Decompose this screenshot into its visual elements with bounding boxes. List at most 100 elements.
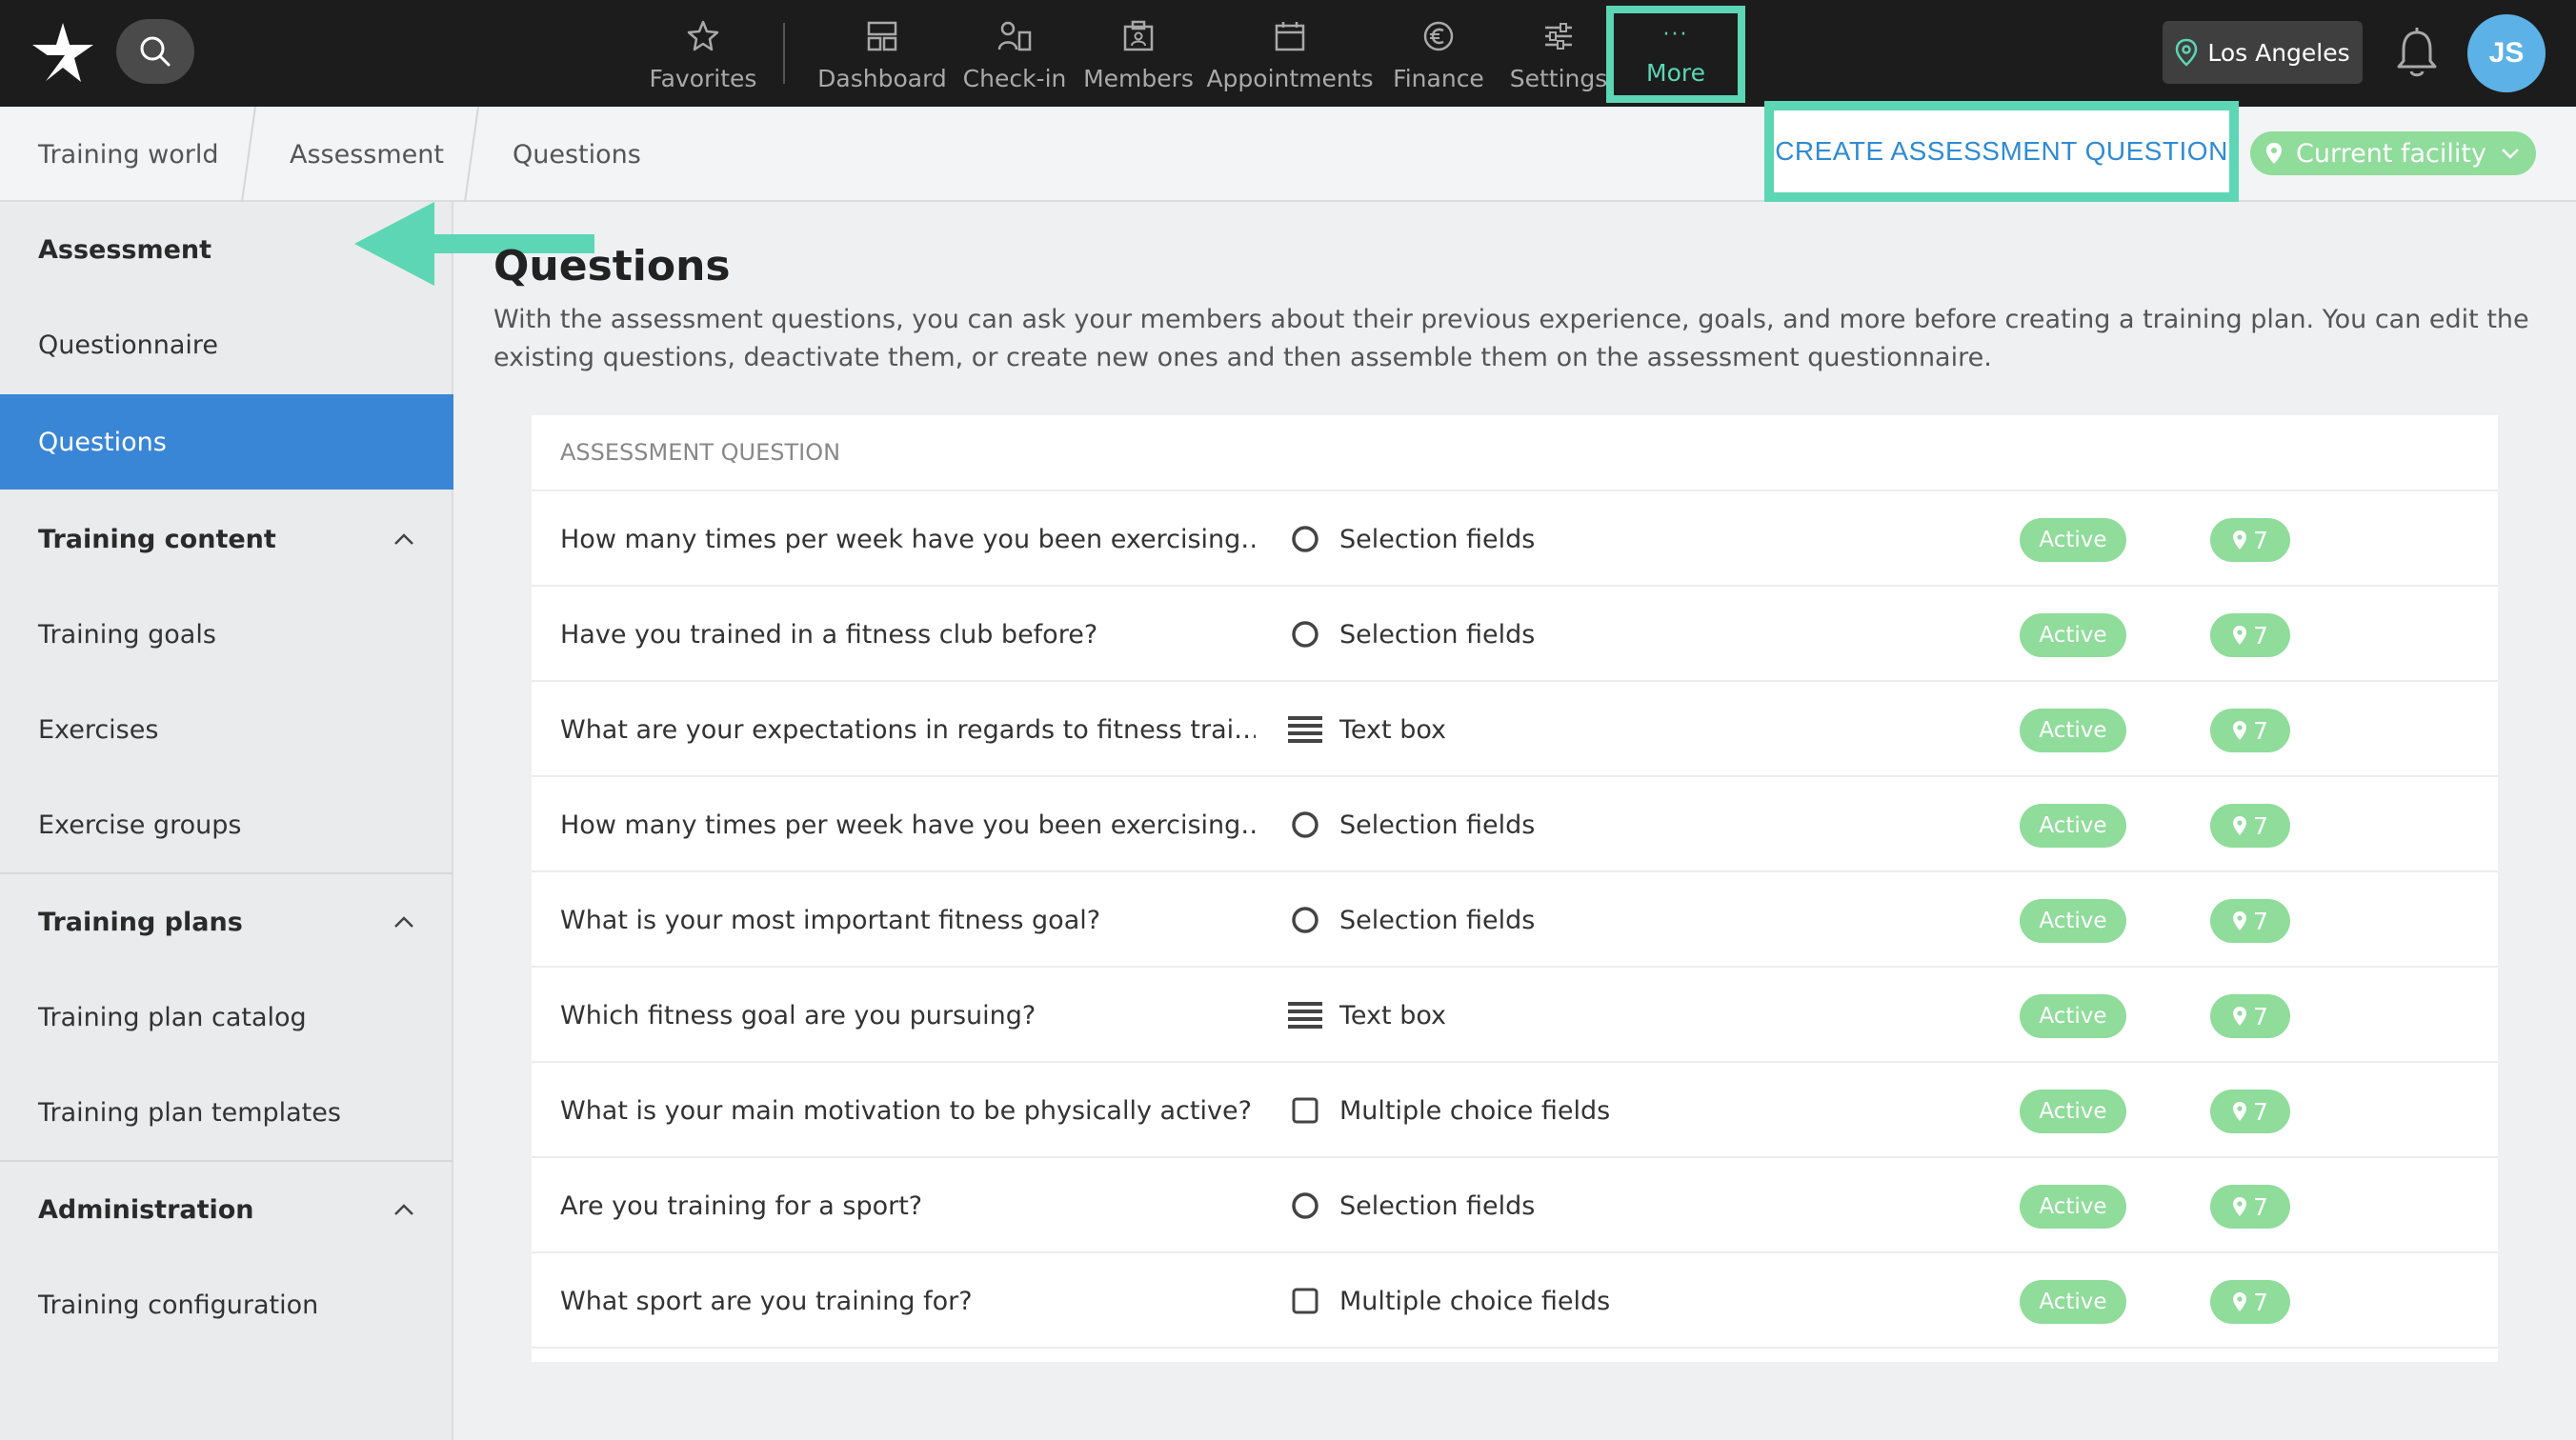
user-avatar[interactable]: JS bbox=[2467, 14, 2546, 92]
check-in-icon bbox=[997, 21, 1032, 51]
question-type: Text box bbox=[1288, 968, 1446, 1063]
question-text[interactable]: How many times per week have you been ex… bbox=[560, 777, 1256, 872]
more-dots-icon: ··· bbox=[1662, 23, 1689, 47]
table-row[interactable]: Have you trained in a fitness club befor… bbox=[532, 587, 2498, 682]
sidebar-item-training-goals[interactable]: Training goals bbox=[0, 587, 453, 682]
column-header-assessment-question: ASSESSMENT QUESTION bbox=[560, 439, 841, 466]
nav-label: Appointments bbox=[1206, 65, 1374, 92]
search-button[interactable] bbox=[116, 19, 194, 84]
app-logo-icon[interactable] bbox=[27, 17, 99, 90]
breadcrumb-assessment[interactable]: Assessment bbox=[290, 107, 444, 202]
map-pin-icon bbox=[2233, 1292, 2247, 1311]
sidebar-item-label: Exercise groups bbox=[38, 810, 242, 840]
sidebar: Assessment Questionnaire Questions Train… bbox=[0, 202, 453, 1440]
sidebar-section-training-plans[interactable]: Training plans bbox=[0, 874, 453, 970]
sliders-icon bbox=[1545, 23, 1572, 50]
table-row[interactable]: How many times per week have you been ex… bbox=[532, 491, 2498, 587]
question-text[interactable]: What is your main motivation to be physi… bbox=[560, 1063, 1256, 1158]
sidebar-item-training-configuration[interactable]: Training configuration bbox=[0, 1257, 453, 1352]
sidebar-item-questionnaire[interactable]: Questionnaire bbox=[0, 297, 453, 392]
locations-badge[interactable]: 7 bbox=[2210, 518, 2290, 562]
table-row[interactable]: What sport are you training for? Multiple… bbox=[532, 1253, 2498, 1349]
sidebar-item-label: Training plan templates bbox=[38, 1097, 341, 1128]
nav-finance[interactable]: Finance bbox=[1385, 0, 1492, 107]
nav-appointments[interactable]: Appointments bbox=[1206, 0, 1374, 107]
map-pin-icon bbox=[2233, 1102, 2247, 1121]
question-text[interactable]: What sport are you training for? bbox=[560, 1253, 1256, 1349]
status-badge: Active bbox=[2020, 1185, 2126, 1229]
breadcrumb-questions: Questions bbox=[513, 139, 641, 170]
table-row[interactable]: What is your most important fitness goal… bbox=[532, 872, 2498, 968]
search-icon bbox=[140, 36, 171, 67]
status-badge: Active bbox=[2020, 804, 2126, 848]
chevron-up-icon[interactable] bbox=[392, 1198, 415, 1221]
sidebar-item-exercises[interactable]: Exercises bbox=[0, 682, 453, 777]
question-text[interactable]: How many times per week have you been ex… bbox=[560, 491, 1256, 587]
nav-label: More bbox=[1646, 59, 1705, 87]
radio-icon bbox=[1288, 906, 1322, 934]
map-pin-icon bbox=[2233, 530, 2247, 550]
locations-badge[interactable]: 7 bbox=[2210, 1280, 2290, 1324]
locations-count: 7 bbox=[2253, 1097, 2268, 1126]
location-label: Los Angeles bbox=[2207, 38, 2350, 67]
locations-count: 7 bbox=[2253, 1002, 2268, 1030]
current-facility-dropdown[interactable]: Current facility bbox=[2250, 131, 2536, 175]
question-type-label: Text box bbox=[1339, 714, 1446, 745]
table-row[interactable]: What are your expectations in regards to… bbox=[532, 682, 2498, 777]
question-text[interactable]: What are your expectations in regards to… bbox=[560, 682, 1256, 777]
question-type: Selection fields bbox=[1288, 777, 1535, 872]
nav-dashboard[interactable]: Dashboard bbox=[817, 0, 947, 107]
nav-check-in[interactable]: Check-in bbox=[962, 0, 1067, 107]
nav-members[interactable]: Members bbox=[1082, 0, 1195, 107]
question-type: Selection fields bbox=[1288, 1158, 1535, 1253]
locations-badge[interactable]: 7 bbox=[2210, 994, 2290, 1038]
table-row[interactable]: What is your main motivation to be physi… bbox=[532, 1063, 2498, 1158]
locations-count: 7 bbox=[2253, 1192, 2268, 1221]
chevron-down-icon bbox=[2502, 149, 2519, 159]
table-row[interactable]: Which fitness goal are you pursuing? Text… bbox=[532, 968, 2498, 1063]
sidebar-item-label: Questionnaire bbox=[38, 330, 219, 360]
nav-settings[interactable]: Settings bbox=[1507, 0, 1610, 107]
locations-badge[interactable]: 7 bbox=[2210, 899, 2290, 943]
status-badge: Active bbox=[2020, 709, 2126, 752]
page-description: With the assessment questions, you can a… bbox=[493, 305, 2529, 372]
question-type-label: Selection fields bbox=[1339, 905, 1536, 935]
question-text[interactable]: Which fitness goal are you pursuing? bbox=[560, 968, 1256, 1063]
question-type-label: Selection fields bbox=[1339, 619, 1536, 650]
sidebar-item-label: Training plan catalog bbox=[38, 1002, 307, 1032]
question-text[interactable]: Are you training for a sport? bbox=[560, 1158, 1256, 1253]
status-badge: Active bbox=[2020, 1090, 2126, 1133]
notifications-bell-icon[interactable] bbox=[2393, 25, 2441, 82]
chevron-up-icon[interactable] bbox=[392, 910, 415, 933]
locations-badge[interactable]: 7 bbox=[2210, 709, 2290, 752]
locations-count: 7 bbox=[2253, 621, 2268, 650]
sidebar-section-training-content[interactable]: Training content bbox=[0, 491, 453, 587]
locations-badge[interactable]: 7 bbox=[2210, 804, 2290, 848]
sidebar-item-training-plan-templates[interactable]: Training plan templates bbox=[0, 1065, 453, 1160]
table-row[interactable]: How many times per week have you been ex… bbox=[532, 777, 2498, 872]
create-assessment-question-button[interactable]: CREATE ASSESSMENT QUESTION bbox=[1764, 101, 2239, 202]
map-pin-icon bbox=[2266, 143, 2283, 164]
location-selector[interactable]: Los Angeles bbox=[2163, 21, 2363, 84]
sidebar-item-label: Training configuration bbox=[38, 1290, 319, 1320]
table-row[interactable]: Are you training for a sport? Selection f… bbox=[532, 1158, 2498, 1253]
sidebar-item-exercise-groups[interactable]: Exercise groups bbox=[0, 777, 453, 872]
status-badge: Active bbox=[2020, 899, 2126, 943]
sidebar-item-questions[interactable]: Questions bbox=[0, 394, 453, 490]
map-pin-icon bbox=[2233, 816, 2247, 835]
locations-badge[interactable]: 7 bbox=[2210, 1185, 2290, 1229]
locations-badge[interactable]: 7 bbox=[2210, 1090, 2290, 1133]
locations-badge[interactable]: 7 bbox=[2210, 613, 2290, 657]
question-text[interactable]: What is your most important fitness goal… bbox=[560, 872, 1256, 968]
nav-more[interactable]: ··· More bbox=[1606, 6, 1745, 103]
breadcrumb-training-world[interactable]: Training world bbox=[38, 107, 218, 202]
question-text[interactable]: Have you trained in a fitness club befor… bbox=[560, 587, 1256, 682]
nav-favorites[interactable]: Favorites bbox=[648, 0, 758, 107]
sidebar-item-training-plan-catalog[interactable]: Training plan catalog bbox=[0, 970, 453, 1065]
sidebar-item-label: Administration bbox=[38, 1194, 254, 1225]
chevron-up-icon[interactable] bbox=[392, 528, 415, 550]
question-type-label: Selection fields bbox=[1339, 1190, 1536, 1221]
status-badge: Active bbox=[2020, 1280, 2126, 1324]
sidebar-item-label: Exercises bbox=[38, 714, 159, 745]
sidebar-section-administration[interactable]: Administration bbox=[0, 1162, 453, 1257]
